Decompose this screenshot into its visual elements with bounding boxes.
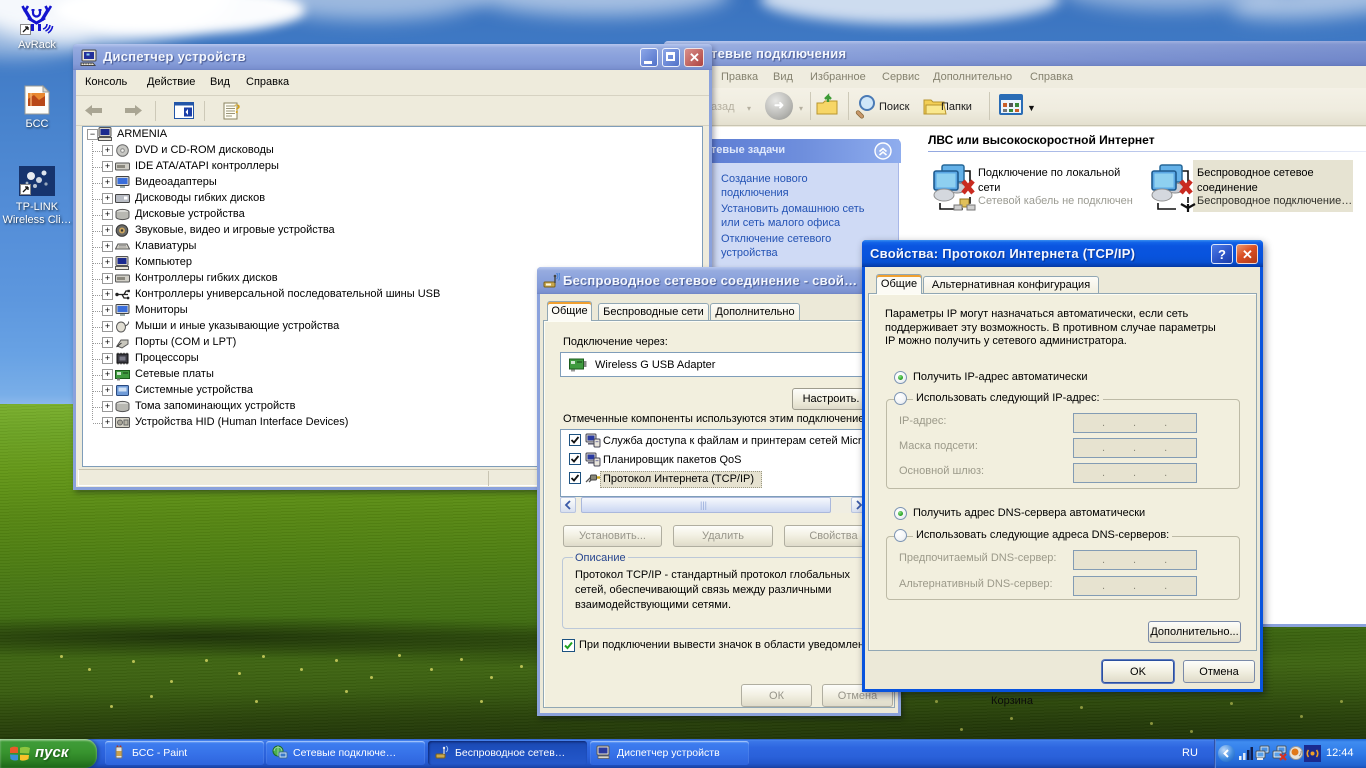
svg-text:?: ? (234, 101, 241, 116)
